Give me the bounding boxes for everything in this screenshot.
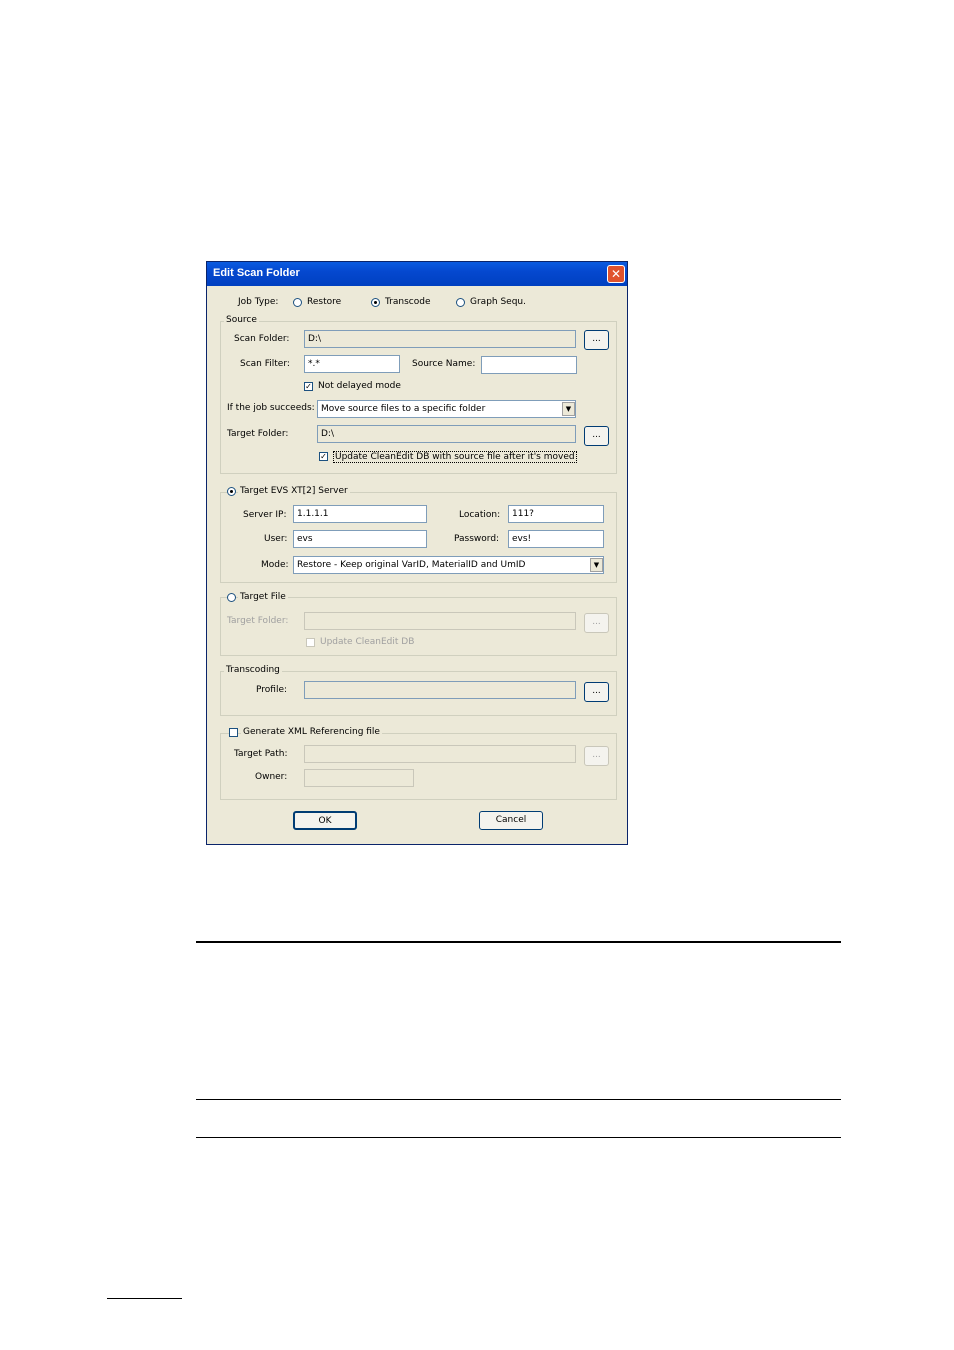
job-type-graph-label[interactable]: Graph Sequ. — [470, 297, 526, 307]
xml-checkbox[interactable] — [229, 728, 238, 737]
password-label: Password: — [454, 534, 500, 544]
job-type-restore-radio[interactable] — [293, 298, 302, 307]
dialog-title: Edit Scan Folder — [213, 267, 300, 279]
profile-label: Profile: — [256, 685, 288, 695]
server-ip-label: Server IP: — [243, 510, 287, 520]
edit-scan-folder-dialog: Edit Scan Folder ✕ Job Type: Restore Tra… — [206, 261, 628, 845]
target-server-radio[interactable] — [227, 487, 236, 496]
chevron-down-icon[interactable]: ▼ — [562, 402, 575, 416]
xml-legend[interactable]: Generate XML Referencing file — [241, 727, 382, 737]
password-input[interactable]: evs! — [508, 530, 604, 548]
target-file-update-db-checkbox[interactable] — [306, 638, 315, 647]
source-name-input[interactable] — [481, 356, 577, 374]
job-type-graph-radio[interactable] — [456, 298, 465, 307]
not-delayed-checkbox[interactable]: ✓ — [304, 382, 313, 391]
target-file-radio[interactable] — [227, 593, 236, 602]
cancel-button[interactable]: Cancel — [479, 811, 543, 830]
target-path-label: Target Path: — [234, 749, 288, 759]
scan-filter-label: Scan Filter: — [240, 359, 290, 369]
scan-folder-browse-button[interactable]: ... — [584, 330, 609, 350]
profile-browse-button[interactable]: ... — [584, 682, 609, 702]
scan-folder-field[interactable]: D:\ — [304, 330, 576, 348]
target-file-browse-button[interactable]: ... — [584, 613, 609, 633]
title-bar: Edit Scan Folder ✕ — [207, 262, 627, 286]
chevron-down-icon[interactable]: ▼ — [590, 558, 603, 572]
job-type-restore-label[interactable]: Restore — [307, 297, 341, 307]
owner-field[interactable] — [304, 769, 414, 787]
source-legend: Source — [224, 315, 259, 325]
footer-rule — [107, 1298, 182, 1299]
transcoding-legend: Transcoding — [224, 665, 282, 675]
target-path-browse-button[interactable]: ... — [584, 746, 609, 766]
update-db-label[interactable]: Update CleanEdit DB with source file aft… — [333, 451, 577, 463]
user-input[interactable]: evs — [293, 530, 427, 548]
profile-field[interactable] — [304, 681, 576, 699]
if-succeeds-label: If the job succeeds: — [227, 403, 315, 413]
target-folder-field[interactable]: D:\ — [317, 425, 576, 443]
target-file-folder-field[interactable] — [304, 612, 576, 630]
target-server-legend[interactable]: Target EVS XT[2] Server — [238, 486, 350, 496]
mode-select[interactable]: Restore - Keep original VarID, MaterialI… — [293, 556, 604, 574]
scan-filter-input[interactable]: *.* — [304, 355, 400, 373]
user-label: User: — [264, 534, 288, 544]
server-ip-input[interactable]: 1.1.1.1 — [293, 505, 427, 523]
owner-label: Owner: — [255, 772, 288, 782]
not-delayed-label[interactable]: Not delayed mode — [318, 381, 401, 391]
target-file-update-db-label[interactable]: Update CleanEdit DB — [320, 637, 414, 647]
horizontal-rule-bottom — [196, 1137, 841, 1138]
update-db-checkbox[interactable]: ✓ — [319, 452, 328, 461]
ok-button[interactable]: OK — [293, 811, 357, 830]
job-type-transcode-label[interactable]: Transcode — [385, 297, 431, 307]
target-folder-label: Target Folder: — [227, 429, 289, 439]
location-label: Location: — [459, 510, 501, 520]
target-folder-browse-button[interactable]: ... — [584, 426, 609, 446]
target-file-folder-label: Target Folder: — [227, 616, 289, 626]
job-type-transcode-radio[interactable] — [371, 298, 380, 307]
horizontal-rule-top — [196, 941, 841, 943]
scan-folder-label: Scan Folder: — [234, 334, 290, 344]
target-file-legend[interactable]: Target File — [238, 592, 288, 602]
close-icon[interactable]: ✕ — [607, 265, 625, 283]
mode-label: Mode: — [261, 560, 289, 570]
target-path-field[interactable] — [304, 745, 576, 763]
location-input[interactable]: 111? — [508, 505, 604, 523]
horizontal-rule-middle — [196, 1099, 841, 1100]
xml-group — [220, 733, 617, 800]
job-type-label: Job Type: — [238, 297, 279, 307]
if-succeeds-select[interactable]: Move source files to a specific folder — [317, 400, 576, 418]
source-name-label: Source Name: — [412, 359, 476, 369]
